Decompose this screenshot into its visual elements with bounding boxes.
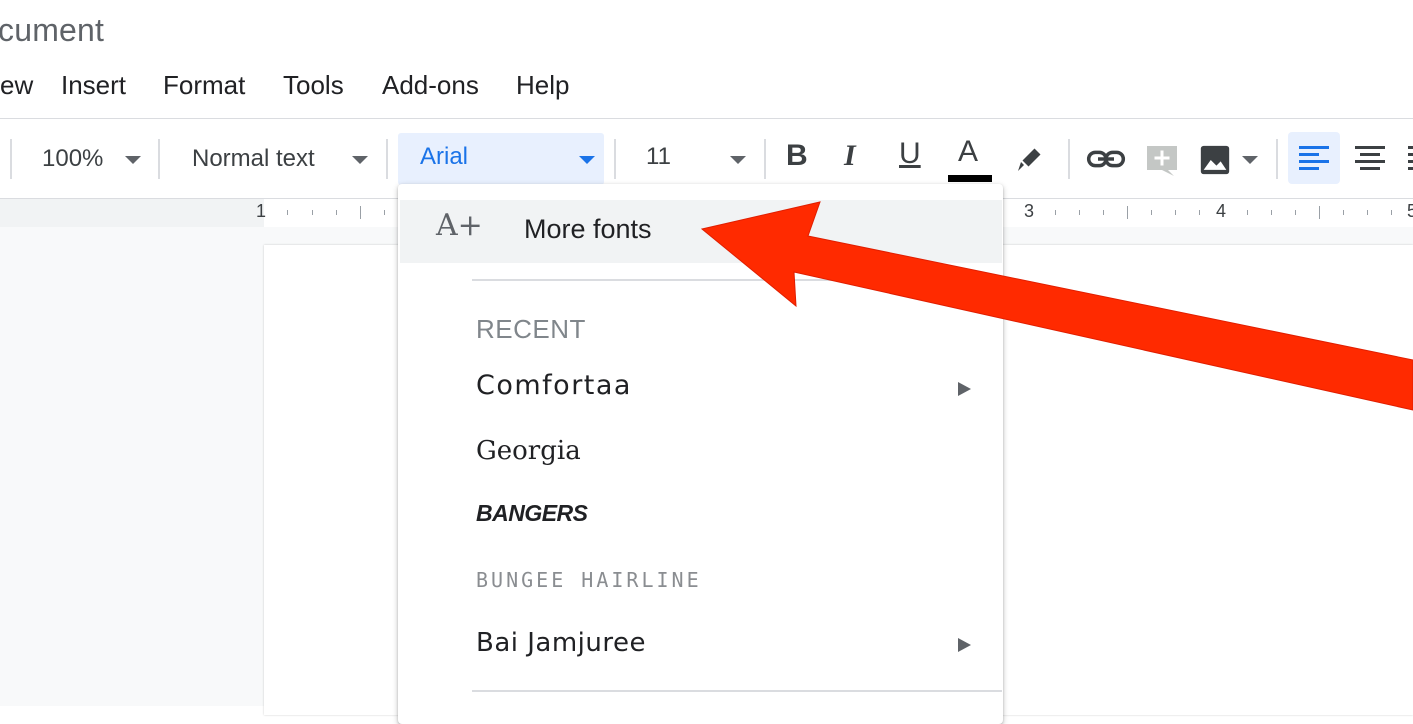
more-fonts-label: More fonts <box>524 214 652 244</box>
menu-tools[interactable]: Tools <box>283 70 344 101</box>
ruler-tick <box>1079 210 1080 215</box>
ruler-number: 3 <box>1024 201 1035 221</box>
font-item-georgia[interactable]: Georgia <box>398 422 1003 482</box>
style-value: Normal text <box>192 145 315 172</box>
font-item-bungee-hairline[interactable]: BUNGEE HAIRLINE <box>398 550 1003 610</box>
font-item-bangers[interactable]: BANGERS <box>398 486 1003 546</box>
font-size-select[interactable]: 11 <box>630 133 754 185</box>
font-item-label: Comfortaa <box>476 370 632 401</box>
text-color-icon: A <box>958 135 979 168</box>
chevron-down-icon <box>125 156 141 164</box>
ruler-tick <box>1127 206 1128 219</box>
toolbar-separator <box>386 139 388 179</box>
ruler-tick <box>1175 210 1176 215</box>
align-right-icon[interactable] <box>1408 144 1413 172</box>
ruler-tick <box>336 210 337 215</box>
font-item-label: Georgia <box>476 436 581 466</box>
ruler-tick <box>1367 210 1368 215</box>
link-icon[interactable] <box>1086 145 1126 173</box>
align-left-icon <box>1299 146 1329 170</box>
document-title[interactable]: cument <box>0 12 104 49</box>
font-item-comfortaa[interactable]: Comfortaa <box>398 358 1003 418</box>
menu-add-ons[interactable]: Add-ons <box>382 70 479 101</box>
submenu-arrow-icon <box>958 638 971 652</box>
menu-insert[interactable]: Insert <box>61 70 126 101</box>
zoom-value: 100% <box>42 145 104 172</box>
recent-header: RECENT <box>476 314 586 344</box>
ruler-tick <box>287 210 288 215</box>
ruler-tick <box>1271 210 1272 215</box>
bold-button[interactable]: B <box>786 139 808 173</box>
toolbar-separator <box>614 139 616 179</box>
font-size-value: 11 <box>646 143 671 170</box>
ruler-tick <box>1343 210 1344 215</box>
ruler-number: 5 <box>1407 201 1413 221</box>
ruler-tick <box>1391 210 1392 215</box>
ruler-tick <box>1055 210 1056 215</box>
ruler-tick <box>1199 210 1200 215</box>
menu-help[interactable]: Help <box>516 70 569 101</box>
font-item-label: BANGERS <box>476 500 588 526</box>
more-fonts-item[interactable]: A+ More fonts <box>400 200 1002 263</box>
highlighter-icon[interactable] <box>1012 141 1048 177</box>
ruler-tick <box>1247 210 1248 215</box>
ruler-number: 1 <box>256 201 267 221</box>
ruler-tick <box>1103 210 1104 215</box>
toolbar-separator <box>10 139 12 179</box>
submenu-arrow-icon <box>958 382 971 396</box>
chevron-down-icon <box>1242 156 1258 164</box>
add-comment-icon[interactable] <box>1144 143 1180 179</box>
align-center-icon[interactable] <box>1355 144 1385 172</box>
ruler-tick <box>1151 210 1152 215</box>
add-font-icon: A+ <box>436 208 483 243</box>
menu-divider <box>472 690 1002 692</box>
font-item-label: Bai Jamjuree <box>476 628 646 658</box>
zoom-select[interactable]: 100% <box>30 133 148 185</box>
underline-button[interactable]: U <box>899 137 921 171</box>
toolbar-separator <box>1276 139 1278 179</box>
ruler-tick <box>1319 206 1320 219</box>
font-dropdown-menu: A+ More fonts RECENT Comfortaa Georgia B… <box>398 184 1003 724</box>
menu-format[interactable]: Format <box>163 70 245 101</box>
ruler-tick <box>312 210 313 215</box>
chevron-down-icon <box>730 156 746 164</box>
insert-image-button[interactable] <box>1196 133 1266 185</box>
toolbar-separator <box>158 139 160 179</box>
image-icon <box>1200 145 1230 175</box>
font-value: Arial <box>420 143 469 170</box>
font-item-label: BUNGEE HAIRLINE <box>476 568 702 592</box>
chevron-down-icon <box>579 156 595 164</box>
ruler-tick <box>360 206 361 219</box>
align-left-button[interactable] <box>1288 132 1340 184</box>
menu-view[interactable]: ew <box>0 70 33 101</box>
style-select[interactable]: Normal text <box>176 133 376 185</box>
text-color-button[interactable]: A <box>946 133 994 185</box>
toolbar-separator <box>764 139 766 179</box>
font-item-bai-jamjuree[interactable]: Bai Jamjuree <box>398 614 1003 674</box>
text-color-swatch <box>948 175 992 182</box>
ruler-number: 4 <box>1216 201 1227 221</box>
menu-divider <box>472 279 1002 281</box>
chevron-down-icon <box>352 156 368 164</box>
ruler-tick <box>1295 210 1296 215</box>
toolbar-separator <box>1068 139 1070 179</box>
font-select[interactable]: Arial <box>398 133 604 185</box>
italic-button[interactable]: I <box>844 139 856 173</box>
ruler-tick <box>384 210 385 215</box>
